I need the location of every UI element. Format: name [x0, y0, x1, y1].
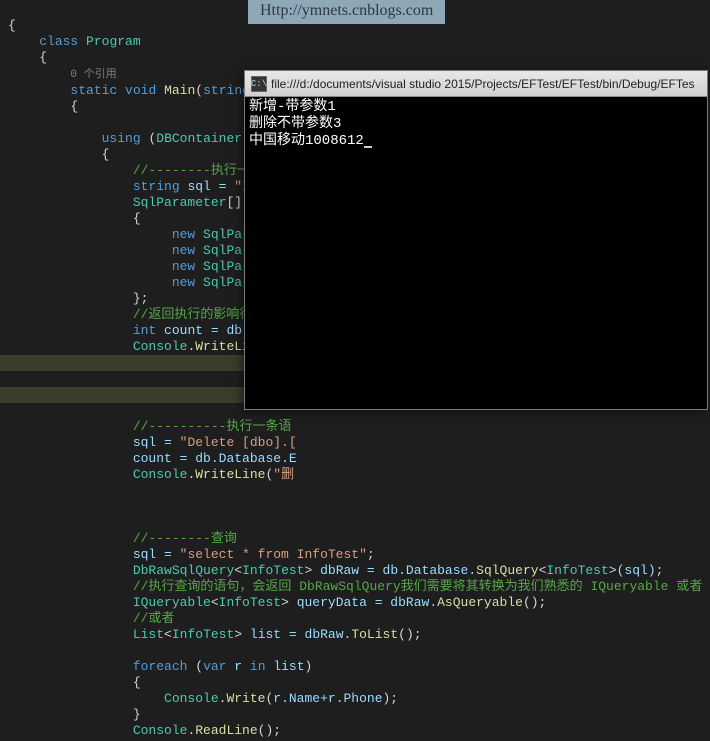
code-line: foreach (var r in list) — [8, 659, 312, 674]
code-line: { — [8, 50, 47, 65]
console-line: 新增-带参数1 — [249, 99, 336, 115]
code-line: }; — [8, 291, 148, 306]
console-app-icon: C:\ — [251, 76, 267, 92]
code-line: count = db.Database.E — [8, 451, 297, 466]
code-line: IQueryable<InfoTest> queryData = dbRaw.A… — [8, 595, 546, 610]
code-line: List<InfoTest> list = dbRaw.ToList(); — [8, 627, 422, 642]
code-line: //--------查询 — [8, 531, 237, 546]
code-line: { — [8, 675, 141, 690]
code-line — [8, 515, 16, 530]
code-line: //--------执行一条语 — [8, 163, 276, 178]
code-line: //----------执行一条语 — [8, 419, 291, 434]
code-line: { — [8, 147, 109, 162]
code-line: } — [8, 707, 141, 722]
code-line: sql = "select * from InfoTest"; — [8, 547, 375, 562]
console-window[interactable]: C:\ file:///d:/documents/visual studio 2… — [244, 70, 708, 410]
code-line — [8, 499, 16, 514]
console-cursor — [364, 146, 372, 148]
code-line: Console.ReadLine(); — [8, 723, 281, 738]
code-line — [8, 115, 16, 130]
code-line — [8, 643, 16, 658]
code-line: //返回执行的影响行 — [8, 307, 252, 322]
console-output[interactable]: 新增-带参数1 删除不带参数3 中国移动1008612 — [245, 97, 707, 409]
code-line: sql = "Delete [dbo].[ — [8, 435, 297, 450]
watermark-badge: Http://ymnets.cnblogs.com — [248, 0, 445, 24]
code-line: { — [8, 99, 78, 114]
code-line: { — [8, 211, 141, 226]
code-line: Console.WriteLine("删 — [8, 467, 294, 482]
code-line — [8, 483, 16, 498]
console-titlebar[interactable]: C:\ file:///d:/documents/visual studio 2… — [245, 71, 707, 97]
code-line: class Program — [8, 34, 141, 49]
console-line: 中国移动1008612 — [249, 133, 364, 149]
code-line: { — [8, 18, 16, 33]
code-line: //或者 — [8, 611, 174, 626]
console-line: 删除不带参数3 — [249, 116, 341, 132]
code-line: 0 个引用 — [8, 66, 117, 81]
console-title: file:///d:/documents/visual studio 2015/… — [271, 77, 695, 91]
code-line: //执行查询的语句，会返回 DbRawSqlQuery我们需要将其转换为我们熟悉… — [8, 579, 710, 594]
code-line: Console.Write(r.Name+r.Phone); — [8, 691, 398, 706]
code-line: DbRawSqlQuery<InfoTest> dbRaw = db.Datab… — [8, 563, 663, 578]
